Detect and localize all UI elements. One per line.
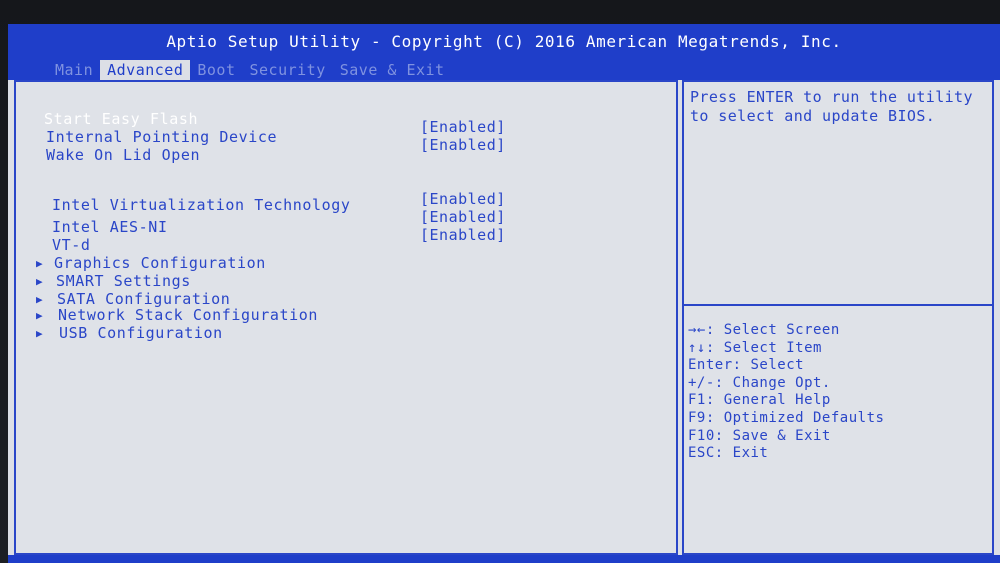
menu-item-label: USB Configuration <box>59 324 223 342</box>
tab-security[interactable]: Security <box>243 60 333 80</box>
bios-title: Aptio Setup Utility - Copyright (C) 2016… <box>166 32 842 51</box>
menu-item-label: Network Stack Configuration <box>58 306 319 324</box>
menu-item-graphics-configuration[interactable]: ▶ Graphics Configuration <box>16 254 676 272</box>
menu-item-smart-settings[interactable]: ▶ SMART Settings <box>16 272 676 290</box>
help-panel: Press ENTER to run the utility to select… <box>682 80 994 555</box>
settings-panel: Start Easy Flash Internal Pointing Devic… <box>14 80 678 555</box>
tab-advanced[interactable]: Advanced <box>100 60 191 80</box>
key-hint-select-item: ↑↓: Select Item <box>688 339 822 356</box>
menu-item-label: Intel Virtualization Technology <box>52 196 351 214</box>
menu-item-label: Wake On Lid Open <box>46 146 201 164</box>
menu-item-label: Graphics Configuration <box>54 254 266 272</box>
menu-item-label: VT-d <box>52 236 91 254</box>
tab-save-exit[interactable]: Save & Exit <box>333 60 452 80</box>
menu-item-internal-pointing-device[interactable]: Internal Pointing Device [Enabled] <box>16 118 676 146</box>
menu-item-value[interactable]: [Enabled] <box>420 190 506 208</box>
key-hint-select-screen: →←: Select Screen <box>688 322 840 338</box>
menu-item-label: SMART Settings <box>56 272 191 290</box>
tab-main[interactable]: Main <box>48 60 100 80</box>
menu-item-value[interactable]: [Enabled] <box>420 118 506 136</box>
menu-item-wake-on-lid-open[interactable]: Wake On Lid Open [Enabled] <box>16 136 676 164</box>
menu-item-label: Intel AES-NI <box>52 218 168 236</box>
bios-footer <box>8 555 1000 563</box>
menu-item-value[interactable]: [Enabled] <box>420 136 506 154</box>
bios-screen: Aptio Setup Utility - Copyright (C) 2016… <box>8 24 1000 563</box>
menu-item-value[interactable]: [Enabled] <box>420 226 506 244</box>
key-hint-save-exit: F10: Save & Exit <box>688 427 831 444</box>
menu-item-label: Start Easy Flash <box>44 110 199 128</box>
submenu-arrow-icon: ▶ <box>36 257 43 270</box>
tab-boot[interactable]: Boot <box>190 60 242 80</box>
key-hint-enter: Enter: Select <box>688 357 805 374</box>
submenu-arrow-icon: ▶ <box>36 293 43 306</box>
key-legend: →←: Select Screen ↑↓: Select Item Enter:… <box>688 322 992 463</box>
menu-item-intel-virtualization-technology[interactable]: Intel Virtualization Technology [Enabled… <box>16 190 676 214</box>
bios-header: Aptio Setup Utility - Copyright (C) 2016… <box>8 24 1000 80</box>
key-hint-optimized-defaults: F9: Optimized Defaults <box>688 409 885 426</box>
submenu-arrow-icon: ▶ <box>36 309 43 322</box>
key-hint-change-opt: +/-: Change Opt. <box>688 374 831 391</box>
tab-bar: Main Advanced Boot Security Save & Exit <box>48 60 452 80</box>
menu-item-vt-d[interactable]: VT-d [Enabled] <box>16 226 676 254</box>
help-description: Press ENTER to run the utility to select… <box>690 88 973 125</box>
menu-item-start-easy-flash[interactable]: Start Easy Flash <box>16 110 676 128</box>
key-hint-exit: ESC: Exit <box>688 445 769 462</box>
menu-item-label: Internal Pointing Device <box>46 128 278 146</box>
help-divider <box>684 304 992 306</box>
menu-item-intel-aes-ni[interactable]: Intel AES-NI [Enabled] <box>16 208 676 236</box>
menu-item-network-stack-configuration[interactable]: ▶ Network Stack Configuration <box>16 306 676 324</box>
submenu-arrow-icon: ▶ <box>36 327 43 340</box>
key-hint-general-help: F1: General Help <box>688 392 831 409</box>
menu-item-usb-configuration[interactable]: ▶ USB Configuration <box>16 324 676 342</box>
menu-item-value[interactable]: [Enabled] <box>420 208 506 226</box>
submenu-arrow-icon: ▶ <box>36 275 43 288</box>
